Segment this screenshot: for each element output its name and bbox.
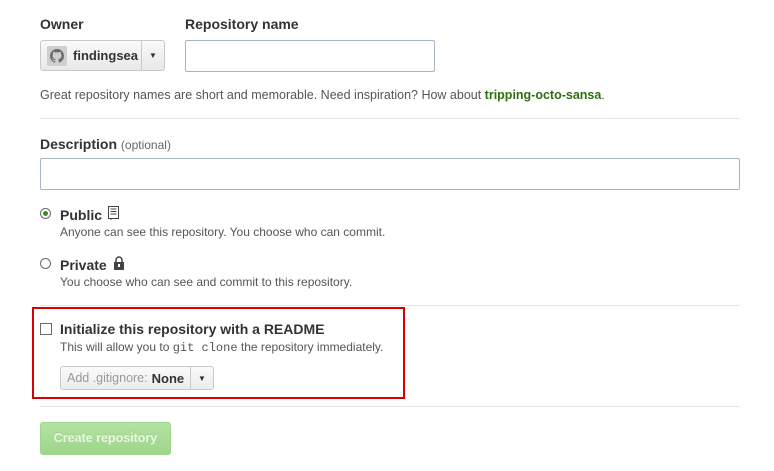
gitignore-value: None [151,370,185,386]
owner-select-button[interactable]: findingsea ▼ [40,40,165,71]
section-divider [40,406,740,407]
readme-desc-suffix: the repository immediately. [237,340,384,354]
readme-title[interactable]: Initialize this repository with a README [60,321,324,337]
readme-desc-prefix: This will allow you to [60,340,173,354]
name-suggestion-link[interactable]: tripping-octo-sansa [485,88,602,102]
chevron-down-icon: ▼ [198,373,206,383]
readme-description: This will allow you to git clone the rep… [60,340,383,355]
private-option[interactable]: Private [60,256,125,274]
description-optional-note: (optional) [120,138,171,152]
section-divider [40,118,740,119]
public-option[interactable]: Public [60,206,120,223]
public-radio[interactable] [40,208,51,219]
private-description: You choose who can see and commit to thi… [60,275,353,289]
repository-name-label: Repository name [185,16,299,32]
gitignore-prefix: Add .gitignore: [67,371,148,385]
description-label-text: Description [40,136,118,152]
radio-selected-dot [43,211,48,216]
readme-checkbox[interactable] [40,323,52,335]
public-title: Public [60,206,103,223]
chevron-down-icon: ▼ [149,51,157,60]
lock-icon [113,256,125,274]
owner-label: Owner [40,16,84,32]
public-description: Anyone can see this repository. You choo… [60,225,386,239]
private-radio[interactable] [40,258,51,269]
description-input[interactable] [40,158,740,190]
section-divider [40,305,740,306]
repository-name-input[interactable] [185,40,435,72]
readme-desc-code: git clone [172,341,238,355]
description-label: Description (optional) [40,136,171,152]
hint-suffix: . [601,88,605,102]
private-title: Private [60,257,107,273]
repository-name-hint: Great repository names are short and mem… [40,88,605,102]
owner-selected-name: findingsea [73,48,139,63]
hint-text: Great repository names are short and mem… [40,88,485,102]
gitignore-select-button[interactable]: Add .gitignore: None ▼ [60,366,214,390]
create-repository-button[interactable]: Create repository [40,422,171,455]
repo-book-icon [108,206,120,223]
github-octocat-icon [47,45,67,66]
